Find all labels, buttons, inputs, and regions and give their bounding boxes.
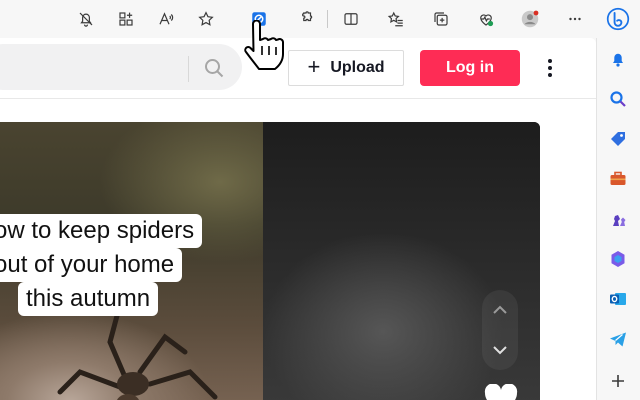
search-divider (188, 56, 189, 82)
plus-icon: + (307, 54, 321, 79)
video-caption-line: ow to keep spiders (0, 214, 203, 248)
favorite-star-icon[interactable] (194, 7, 218, 31)
login-button[interactable]: Log in (420, 50, 520, 86)
login-label: Log in (446, 59, 494, 76)
browser-essentials-icon[interactable] (474, 7, 498, 31)
tools-briefcase-icon[interactable] (607, 168, 629, 190)
chevron-up-icon[interactable] (490, 300, 510, 320)
shopping-tag-icon[interactable] (607, 128, 629, 150)
hand-cursor-icon (244, 20, 284, 70)
browser-toolbar (0, 0, 640, 38)
search-icon[interactable] (202, 56, 226, 80)
copilot-icon[interactable] (604, 5, 632, 33)
video-caption-line: out of your home (0, 248, 183, 282)
games-chess-icon[interactable] (607, 208, 629, 230)
upload-button[interactable]: + Upload (288, 50, 404, 86)
bell-icon[interactable] (607, 48, 629, 70)
more-menu-icon[interactable] (538, 56, 562, 80)
more-options-icon[interactable] (563, 7, 587, 31)
browser-window: + Upload Log in ow to keep spiders out o… (0, 0, 640, 400)
search-icon[interactable] (607, 88, 629, 110)
profile-avatar-icon[interactable] (518, 7, 542, 31)
video-player[interactable]: ow to keep spiders out of your home this… (0, 122, 540, 400)
split-screen-icon[interactable] (339, 7, 363, 31)
toolbar-divider (327, 10, 328, 28)
favorites-icon[interactable] (384, 7, 408, 31)
like-heart-icon[interactable] (484, 384, 518, 400)
read-aloud-icon[interactable] (154, 7, 178, 31)
upload-label: Upload (330, 59, 385, 76)
chevron-down-icon[interactable] (490, 340, 510, 360)
web-page: + Upload Log in ow to keep spiders out o… (0, 38, 596, 400)
apps-icon[interactable] (114, 7, 138, 31)
outlook-icon[interactable] (607, 288, 629, 310)
send-telegram-icon[interactable] (607, 328, 629, 350)
collections-icon[interactable] (429, 7, 453, 31)
extensions-icon[interactable] (294, 7, 318, 31)
notifications-off-icon[interactable] (74, 7, 98, 31)
site-header: + Upload Log in (0, 38, 596, 99)
add-icon[interactable] (607, 370, 629, 392)
microsoft-365-icon[interactable] (607, 248, 629, 270)
video-caption-line: this autumn (18, 282, 159, 316)
